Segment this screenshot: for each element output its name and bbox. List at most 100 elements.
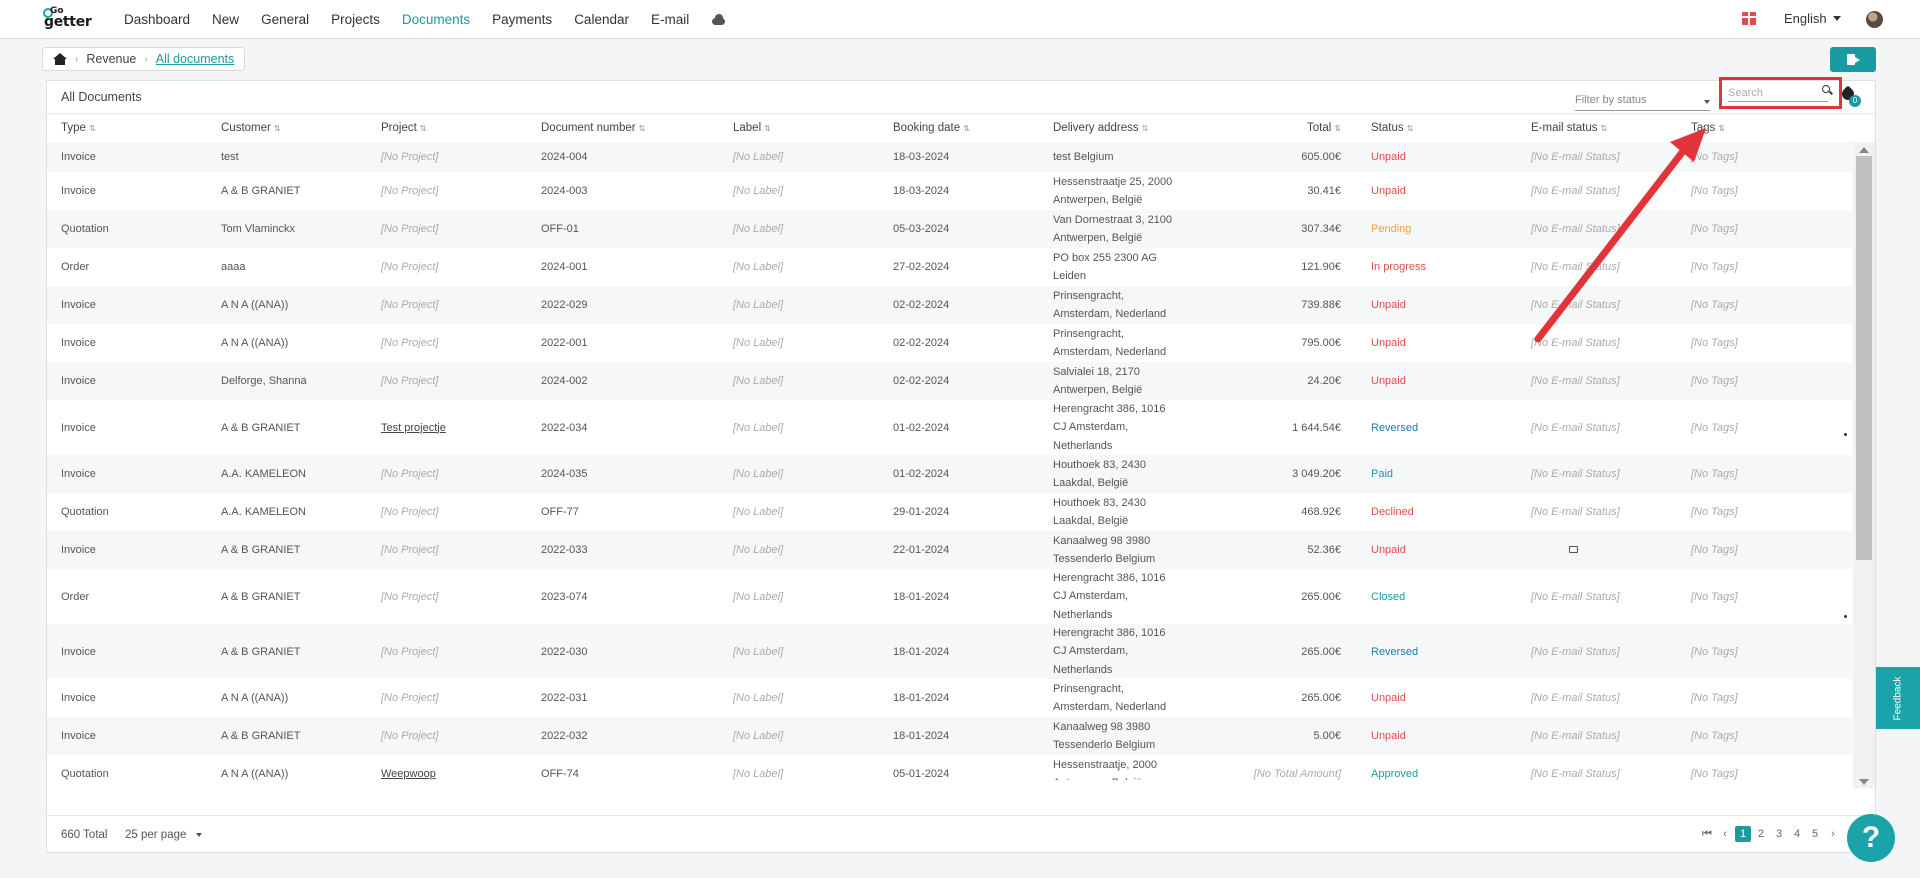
column-header-e-mail-status[interactable]: E-mail status ⇅ bbox=[1531, 122, 1607, 134]
cell-tags: [No Tags] bbox=[1691, 299, 1738, 311]
page-4-button[interactable]: 4 bbox=[1789, 826, 1805, 842]
table-row[interactable]: Quotation A N A ((ANA)) Weepwoop OFF-74 [No … bbox=[47, 755, 1852, 781]
avatar[interactable] bbox=[1866, 11, 1883, 28]
table-row[interactable]: Invoice A N A ((ANA)) [No Project] 2022-031… bbox=[47, 679, 1852, 717]
column-header-total[interactable]: Total ⇅ bbox=[1307, 122, 1341, 134]
page-2-button[interactable]: 2 bbox=[1753, 826, 1769, 842]
cell-customer: A.A. KAMELEON bbox=[221, 506, 306, 518]
column-header-delivery-address[interactable]: Delivery address ⇅ bbox=[1053, 122, 1148, 134]
cell-label: [No Label] bbox=[733, 645, 784, 658]
column-header-status[interactable]: Status ⇅ bbox=[1371, 122, 1413, 134]
cell-status: Unpaid bbox=[1371, 151, 1406, 163]
search-input[interactable] bbox=[1728, 84, 1828, 102]
table-row[interactable]: Invoice A N A ((ANA)) [No Project] 2022-001… bbox=[47, 324, 1852, 362]
cell-booking-date: 05-03-2024 bbox=[893, 223, 950, 235]
export-button[interactable] bbox=[1830, 47, 1876, 72]
column-header-project[interactable]: Project ⇅ bbox=[381, 122, 427, 134]
scroll-up-icon[interactable] bbox=[1859, 147, 1869, 153]
cell-total: 468.92€ bbox=[1301, 506, 1341, 518]
table-row[interactable]: Invoice A & B GRANIET [No Project] 2024-003… bbox=[47, 172, 1852, 210]
page-3-button[interactable]: 3 bbox=[1771, 826, 1787, 842]
cell-customer: A & B GRANIET bbox=[221, 730, 301, 742]
address-line: Antwerpen, België bbox=[1053, 774, 1157, 780]
nav-item-projects[interactable]: Projects bbox=[331, 12, 380, 27]
page-1-button[interactable]: 1 bbox=[1735, 826, 1751, 842]
cell-total: 24.20€ bbox=[1307, 375, 1341, 387]
next-page-icon[interactable]: › bbox=[1825, 826, 1841, 842]
table-row[interactable]: Invoice A & B GRANIET [No Project] 2022-030… bbox=[47, 624, 1852, 679]
address-line: Herengracht 386, 1016 bbox=[1053, 626, 1166, 639]
nav-item-new[interactable]: New bbox=[212, 12, 239, 27]
language-selector[interactable]: English bbox=[1784, 11, 1841, 26]
help-button[interactable]: ? bbox=[1847, 814, 1895, 862]
cell-label: [No Label] bbox=[733, 337, 784, 349]
cell-delivery-address: Herengracht 386, 1016 CJ Amsterdam, Nether… bbox=[1053, 569, 1166, 625]
table-scrollbar[interactable] bbox=[1853, 142, 1875, 788]
nav-item-general[interactable]: General bbox=[261, 12, 309, 27]
home-icon[interactable] bbox=[53, 53, 67, 65]
cell-project: [No Project] bbox=[381, 590, 439, 603]
table-row[interactable]: Order aaaa [No Project] 2024-001 [No Label] 2… bbox=[47, 248, 1852, 286]
table-row[interactable]: Invoice A & B GRANIET [No Project] 2022-032… bbox=[47, 717, 1852, 755]
column-header-document-number[interactable]: Document number ⇅ bbox=[541, 122, 645, 134]
sort-icon[interactable]: ⇅ bbox=[1142, 124, 1149, 133]
cell-email-status: [No E-mail Status] bbox=[1531, 590, 1620, 603]
breadcrumb-all-documents[interactable]: All documents bbox=[156, 52, 235, 66]
sort-icon[interactable]: ⇅ bbox=[274, 124, 281, 133]
table-row[interactable]: Quotation A.A. KAMELEON [No Project] OFF-77… bbox=[47, 493, 1852, 531]
address-line: Prinsengracht, bbox=[1053, 682, 1124, 695]
sort-icon[interactable]: ⇅ bbox=[1600, 124, 1607, 133]
prev-page-icon[interactable]: ‹ bbox=[1717, 826, 1733, 842]
row-menu-dot[interactable] bbox=[1844, 615, 1847, 618]
total-count: 660 Total bbox=[61, 829, 108, 841]
sort-icon[interactable]: ⇅ bbox=[1334, 124, 1341, 133]
column-header-tags[interactable]: Tags ⇅ bbox=[1691, 122, 1725, 134]
email-opened-icon[interactable] bbox=[1569, 546, 1578, 553]
cell-status: In progress bbox=[1371, 261, 1427, 273]
sort-icon[interactable]: ⇅ bbox=[764, 124, 771, 133]
nav-item-dashboard[interactable]: Dashboard bbox=[124, 12, 190, 27]
column-header-customer[interactable]: Customer ⇅ bbox=[221, 122, 281, 134]
table-row[interactable]: Invoice A.A. KAMELEON [No Project] 2024-035… bbox=[47, 455, 1852, 493]
cell-delivery-address: Hessenstraatje 25, 2000 Antwerpen, België bbox=[1053, 173, 1172, 210]
nav-item-email[interactable]: E-mail bbox=[651, 12, 689, 27]
chevron-down-icon bbox=[1832, 16, 1841, 21]
cell-email-status: [No E-mail Status] bbox=[1531, 730, 1620, 742]
nav-item-documents[interactable]: Documents bbox=[402, 12, 470, 27]
column-header-label[interactable]: Label ⇅ bbox=[733, 122, 771, 134]
sort-icon[interactable]: ⇅ bbox=[420, 124, 427, 133]
scroll-thumb[interactable] bbox=[1856, 156, 1872, 560]
cell-project[interactable]: Test projectje bbox=[381, 419, 446, 438]
column-header-booking-date[interactable]: Booking date ⇅ bbox=[893, 122, 970, 134]
cell-project[interactable]: Weepwoop bbox=[381, 765, 436, 780]
table-row[interactable]: Invoice Delforge, Shanna [No Project] 2024-… bbox=[47, 362, 1852, 400]
scroll-down-icon[interactable] bbox=[1859, 779, 1869, 785]
nav-item-payments[interactable]: Payments bbox=[492, 12, 552, 27]
sort-icon[interactable]: ⇅ bbox=[1407, 124, 1414, 133]
table-row[interactable]: Invoice A & B GRANIET [No Project] 2022-033… bbox=[47, 531, 1852, 569]
feedback-tab[interactable]: Feedback bbox=[1876, 667, 1920, 729]
cell-status: Unpaid bbox=[1371, 730, 1406, 742]
sort-icon[interactable]: ⇅ bbox=[639, 124, 646, 133]
search-icon[interactable] bbox=[1822, 85, 1830, 93]
sort-icon[interactable]: ⇅ bbox=[963, 124, 970, 133]
address-line: Tessenderlo Belgium bbox=[1053, 553, 1156, 565]
table-row[interactable]: Quotation Tom Vlaminckx [No Project] OFF-01… bbox=[47, 210, 1852, 248]
table-row[interactable]: Invoice test [No Project] 2024-004 [No Label… bbox=[47, 142, 1852, 172]
sort-icon[interactable]: ⇅ bbox=[89, 124, 96, 133]
first-page-icon[interactable]: ⏮ bbox=[1699, 826, 1715, 842]
gift-icon[interactable] bbox=[1742, 12, 1756, 25]
per-page-select[interactable]: 25 per page bbox=[125, 829, 203, 841]
gogetter-logo[interactable]: Go getter bbox=[43, 6, 100, 30]
sort-icon[interactable]: ⇅ bbox=[1718, 124, 1725, 133]
row-menu-dot[interactable] bbox=[1844, 433, 1847, 436]
breadcrumb-revenue[interactable]: Revenue bbox=[86, 52, 136, 66]
table-row[interactable]: Invoice A N A ((ANA)) [No Project] 2022-029… bbox=[47, 286, 1852, 324]
page-5-button[interactable]: 5 bbox=[1807, 826, 1823, 842]
table-row[interactable]: Order A & B GRANIET [No Project] 2023-074 [N… bbox=[47, 569, 1852, 624]
filter-by-status-select[interactable]: Filter by status bbox=[1575, 89, 1710, 111]
table-row[interactable]: Invoice A & B GRANIET Test projectje 2022-0… bbox=[47, 400, 1852, 455]
nav-item-calendar[interactable]: Calendar bbox=[574, 12, 629, 27]
column-header-type[interactable]: Type ⇅ bbox=[61, 122, 96, 134]
cloud-icon[interactable] bbox=[709, 13, 727, 26]
